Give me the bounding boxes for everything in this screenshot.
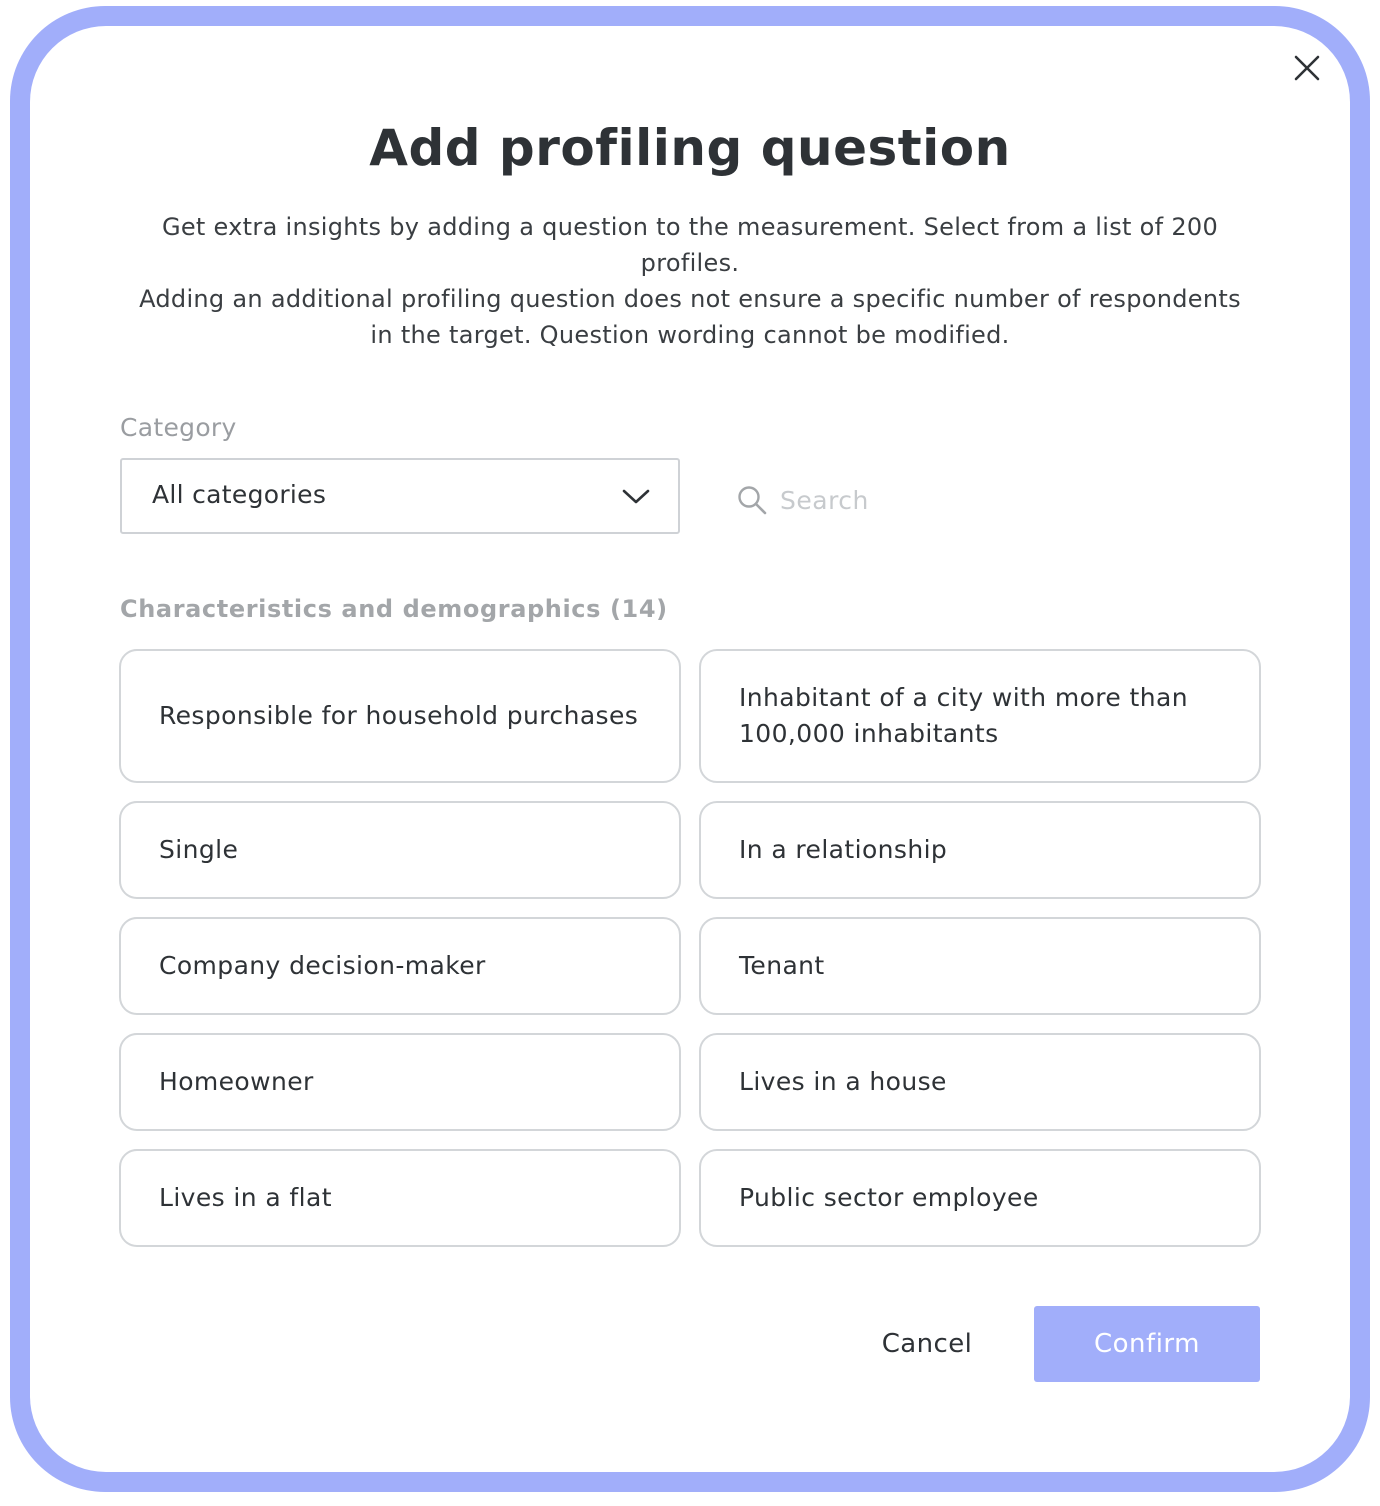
category-select[interactable]: All categories	[120, 458, 680, 534]
description-line-1: Get extra insights by adding a question …	[161, 213, 1219, 277]
option-label: Single	[159, 835, 239, 864]
option-card[interactable]: Lives in a house	[699, 1033, 1261, 1131]
option-card[interactable]: In a relationship	[699, 801, 1261, 899]
category-select-value: All categories	[152, 480, 327, 509]
option-label: Lives in a house	[739, 1067, 947, 1096]
chevron-down-icon	[622, 489, 650, 504]
option-card[interactable]: Public sector employee	[699, 1149, 1261, 1247]
option-label: Public sector employee	[739, 1183, 1039, 1212]
confirm-button[interactable]: Confirm	[1034, 1306, 1260, 1382]
dialog-title: Add profiling question	[369, 119, 1011, 177]
option-label: Inhabitant of a city with more than 100,…	[739, 683, 1188, 748]
option-card[interactable]: Tenant	[699, 917, 1261, 1015]
description-line-2: Adding an additional profiling question …	[139, 285, 1241, 349]
option-label: Company decision-maker	[159, 951, 486, 980]
dialog-description: Get extra insights by adding a question …	[130, 209, 1250, 353]
cancel-button[interactable]: Cancel	[852, 1306, 1002, 1382]
option-card[interactable]: Responsible for household purchases	[119, 649, 681, 783]
option-label: Homeowner	[159, 1067, 314, 1096]
close-icon	[1294, 55, 1320, 81]
section-heading: Characteristics and demographics (14)	[120, 595, 668, 623]
search-input[interactable]	[780, 478, 1240, 522]
search-box[interactable]	[730, 470, 1260, 530]
close-button[interactable]	[1283, 44, 1331, 92]
option-label: Lives in a flat	[159, 1183, 332, 1212]
option-label: Tenant	[739, 951, 825, 980]
option-card[interactable]: Single	[119, 801, 681, 899]
option-card[interactable]: Homeowner	[119, 1033, 681, 1131]
option-label: In a relationship	[739, 835, 948, 864]
category-label: Category	[120, 413, 237, 442]
search-icon	[738, 486, 767, 515]
option-card[interactable]: Lives in a flat	[119, 1149, 681, 1247]
option-label: Responsible for household purchases	[159, 701, 639, 730]
profile-options-grid: Responsible for household purchases Inha…	[119, 649, 1261, 1247]
option-card[interactable]: Company decision-maker	[119, 917, 681, 1015]
option-card[interactable]: Inhabitant of a city with more than 100,…	[699, 649, 1261, 783]
